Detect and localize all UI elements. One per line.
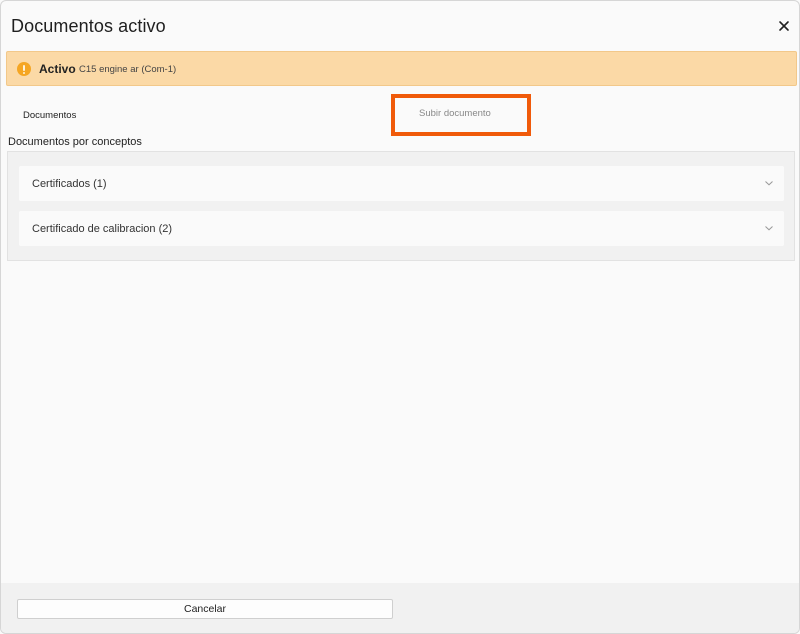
cancel-button[interactable]: Cancelar: [17, 599, 393, 619]
dialog-footer: Cancelar: [1, 583, 799, 633]
chevron-down-icon: [765, 226, 773, 231]
accordion-certificados[interactable]: Certificados (1): [19, 166, 784, 201]
accordion-certificado-calibracion[interactable]: Certificado de calibracion (2): [19, 211, 784, 246]
dialog-title: Documentos activo: [11, 16, 166, 36]
close-button[interactable]: [775, 17, 793, 35]
banner-label: Activo: [39, 62, 76, 76]
accordion-label: Certificado de calibracion (2): [32, 223, 173, 235]
tab-subir-documento[interactable]: Subir documento: [419, 108, 491, 119]
close-icon: [779, 21, 789, 31]
banner-value: C15 engine ar (Com-1): [79, 64, 177, 75]
highlight-box: Subir documento: [391, 94, 531, 136]
chevron-down-icon: [765, 181, 773, 186]
warning-circle-icon: [17, 62, 31, 76]
concepts-panel: Certificados (1) Certificado de calibrac…: [7, 151, 795, 261]
documents-dialog: Documentos activo Activo C15 engine ar (…: [0, 0, 800, 634]
section-title: Documentos por conceptos: [8, 136, 142, 148]
asset-banner: Activo C15 engine ar (Com-1): [6, 51, 797, 86]
tabs-bar: Documentos Subir documento: [1, 94, 799, 136]
dialog-header: Documentos activo: [1, 1, 799, 51]
accordion-label: Certificados (1): [32, 178, 107, 190]
